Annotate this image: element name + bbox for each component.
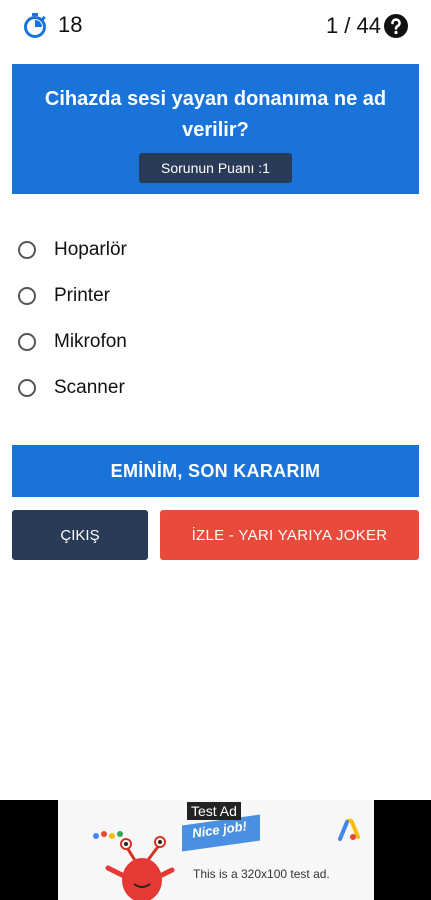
- ad-description: This is a 320x100 test ad.: [193, 867, 330, 881]
- option-label: Hoparlör: [54, 239, 127, 260]
- fifty-fifty-joker-button[interactable]: İZLE - YARI YARIYA JOKER: [160, 510, 419, 560]
- radio-button[interactable]: [18, 287, 36, 305]
- confirm-answer-button[interactable]: EMİNİM, SON KARARIM: [12, 445, 419, 497]
- ad-label: Test Ad: [187, 802, 241, 820]
- option-4[interactable]: Scanner: [18, 373, 125, 403]
- option-2[interactable]: Printer: [18, 281, 110, 311]
- radio-button[interactable]: [18, 333, 36, 351]
- stopwatch-icon: [24, 13, 46, 38]
- timer-value: 18: [58, 12, 83, 37]
- exit-button[interactable]: ÇIKIŞ: [12, 510, 148, 560]
- question-progress: 1 / 44: [325, 13, 381, 38]
- option-3[interactable]: Mikrofon: [18, 327, 127, 357]
- radio-button[interactable]: [18, 241, 36, 259]
- timer: 18: [22, 12, 82, 38]
- ad-content[interactable]: Nice job! Test Ad This is a 320x100 test…: [58, 800, 374, 900]
- help-circle-icon[interactable]: [383, 13, 409, 39]
- points-badge: Sorunun Puanı :1: [139, 153, 292, 183]
- top-bar: 18 1 / 44: [0, 0, 431, 52]
- option-1[interactable]: Hoparlör: [18, 235, 127, 265]
- radio-button[interactable]: [18, 379, 36, 397]
- admob-logo-icon: [338, 818, 360, 841]
- ad-banner[interactable]: Nice job! Test Ad This is a 320x100 test…: [0, 800, 431, 900]
- monster-illustration-icon: [93, 831, 175, 900]
- question-text: Cihazda sesi yayan donanıma ne ad verili…: [44, 88, 387, 141]
- option-label: Scanner: [54, 377, 125, 398]
- option-label: Mikrofon: [54, 331, 127, 352]
- option-label: Printer: [54, 285, 110, 306]
